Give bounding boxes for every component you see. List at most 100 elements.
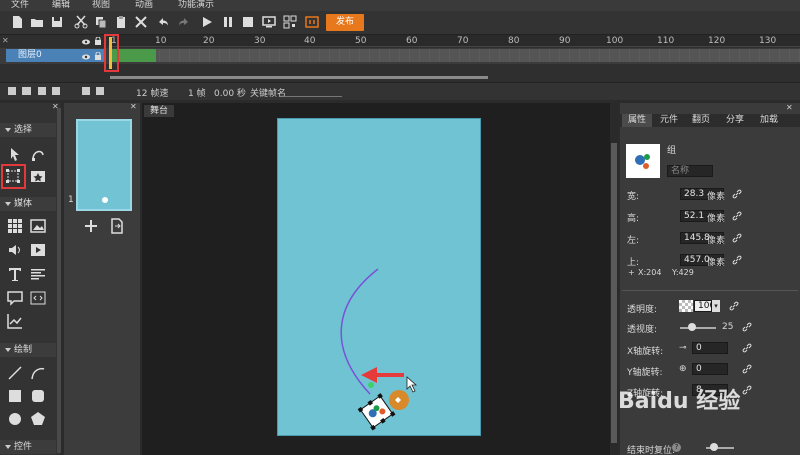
link-icon[interactable] bbox=[742, 364, 752, 374]
curve-icon[interactable] bbox=[30, 365, 46, 381]
export-icon[interactable] bbox=[305, 15, 319, 29]
pause-icon[interactable] bbox=[221, 15, 235, 29]
play-icon[interactable] bbox=[200, 15, 214, 29]
add-page-icon[interactable] bbox=[84, 219, 98, 233]
tab-loading[interactable]: 加载 bbox=[754, 114, 784, 127]
trash-icon[interactable] bbox=[38, 87, 46, 95]
grid-icon[interactable] bbox=[52, 87, 60, 95]
frame-ruler[interactable]: 1 10 20 30 40 50 60 70 80 90 100 110 120… bbox=[108, 35, 800, 47]
section-media[interactable]: 媒体 bbox=[0, 197, 56, 211]
frame-add-icon[interactable] bbox=[82, 87, 90, 95]
link-icon[interactable] bbox=[742, 322, 752, 332]
menu-view[interactable]: 视图 bbox=[92, 0, 110, 11]
scroll-thumb[interactable] bbox=[611, 143, 617, 443]
rotate-handle[interactable] bbox=[368, 382, 374, 388]
tab-properties[interactable]: 属性 bbox=[622, 114, 652, 127]
keyframe-name-input[interactable] bbox=[284, 96, 342, 97]
layer-row[interactable]: 图层0 bbox=[0, 48, 800, 64]
chart-icon[interactable] bbox=[7, 313, 23, 329]
delete-icon[interactable] bbox=[134, 15, 148, 29]
save-icon[interactable] bbox=[50, 15, 64, 29]
tab-symbols[interactable]: 元件 bbox=[654, 114, 684, 127]
frame-copy-icon[interactable] bbox=[96, 87, 104, 95]
unit-label: 像素 bbox=[707, 258, 726, 268]
timeline-status-bar: 12 帧速 1 帧 0.00 秒 关键帧名 bbox=[0, 82, 800, 100]
menu-file[interactable]: 文件 bbox=[11, 0, 29, 11]
tick-label: 100 bbox=[606, 36, 624, 46]
code-icon[interactable] bbox=[30, 290, 46, 306]
y-rotation-input[interactable]: 0 bbox=[692, 363, 728, 375]
rounded-rect-icon[interactable] bbox=[30, 388, 46, 404]
section-draw[interactable]: 绘制 bbox=[0, 343, 56, 357]
text-icon[interactable] bbox=[7, 266, 23, 282]
image-icon[interactable] bbox=[30, 218, 46, 234]
lock-icon[interactable] bbox=[95, 51, 101, 60]
tab-pageflip[interactable]: 翻页 bbox=[686, 114, 716, 127]
reset-toggle-knob[interactable] bbox=[710, 443, 718, 451]
new-file-icon[interactable] bbox=[10, 15, 24, 29]
frame-track[interactable] bbox=[110, 49, 800, 62]
close-timeline-icon[interactable]: ✕ bbox=[2, 37, 10, 45]
redo-icon[interactable] bbox=[177, 15, 191, 29]
close-panel-icon[interactable]: ✕ bbox=[130, 102, 137, 111]
rectangle-icon[interactable] bbox=[7, 388, 23, 404]
tick-label: 90 bbox=[559, 36, 571, 46]
name-input[interactable]: 名称 bbox=[667, 165, 713, 177]
help-icon[interactable]: ? bbox=[672, 443, 681, 452]
link-icon[interactable] bbox=[732, 233, 742, 243]
pentagon-icon[interactable] bbox=[30, 411, 46, 427]
paste-icon[interactable] bbox=[114, 15, 128, 29]
opacity-swatch[interactable] bbox=[679, 300, 693, 312]
paragraph-icon[interactable] bbox=[30, 266, 46, 282]
page-thumbnail[interactable] bbox=[76, 119, 132, 211]
lock-icon[interactable] bbox=[95, 36, 101, 45]
opacity-input[interactable]: 100 bbox=[694, 300, 715, 312]
perspective-slider[interactable] bbox=[680, 327, 716, 329]
section-widgets[interactable]: 控件 bbox=[0, 440, 56, 454]
coord-x: X:204 bbox=[638, 268, 662, 277]
close-panel-icon[interactable]: ✕ bbox=[786, 103, 793, 112]
menu-animation[interactable]: 动画 bbox=[135, 0, 153, 11]
x-rotation-input[interactable]: 0 bbox=[692, 342, 728, 354]
link-icon[interactable] bbox=[732, 189, 742, 199]
new-layer-icon[interactable] bbox=[8, 87, 16, 95]
comment-icon[interactable] bbox=[7, 290, 23, 306]
folder-icon[interactable] bbox=[22, 87, 31, 95]
tab-share[interactable]: 分享 bbox=[720, 114, 750, 127]
section-select[interactable]: 选择 bbox=[0, 123, 56, 137]
arrow-select-icon[interactable] bbox=[7, 146, 23, 162]
link-icon[interactable] bbox=[732, 211, 742, 221]
audio-icon[interactable] bbox=[7, 242, 23, 258]
menu-edit[interactable]: 编辑 bbox=[52, 0, 70, 11]
copy-icon[interactable] bbox=[94, 15, 108, 29]
open-folder-icon[interactable] bbox=[30, 15, 44, 29]
crosshair-icon: + bbox=[628, 268, 635, 277]
video-icon[interactable] bbox=[30, 242, 46, 258]
tool-panel: ✕ 选择 媒体 绘制 控件 bbox=[0, 102, 60, 455]
menu-demo[interactable]: 功能演示 bbox=[178, 0, 214, 11]
line-icon[interactable] bbox=[7, 365, 23, 381]
link-icon[interactable] bbox=[732, 255, 742, 265]
undo-icon[interactable] bbox=[156, 15, 170, 29]
link-icon[interactable] bbox=[742, 343, 752, 353]
bezier-select-icon[interactable] bbox=[30, 146, 46, 162]
preview-icon[interactable] bbox=[262, 15, 276, 29]
publish-button[interactable]: 发布 bbox=[326, 14, 364, 31]
stage-scrollbar[interactable] bbox=[610, 103, 618, 455]
chevron-down-icon[interactable]: ▾ bbox=[712, 300, 720, 312]
timeline-scrollbar[interactable] bbox=[110, 76, 488, 79]
cut-icon[interactable] bbox=[74, 15, 88, 29]
grid-widget-icon[interactable] bbox=[7, 218, 23, 234]
link-icon[interactable] bbox=[729, 301, 739, 311]
eye-icon[interactable] bbox=[82, 53, 90, 60]
eye-icon[interactable] bbox=[82, 38, 90, 45]
tools-scrollbar[interactable] bbox=[57, 108, 61, 453]
stage-tab[interactable]: 舞台 bbox=[144, 105, 174, 117]
qrcode-icon[interactable] bbox=[283, 15, 297, 29]
circle-icon[interactable] bbox=[7, 411, 23, 427]
group-tool-icon[interactable] bbox=[30, 168, 46, 184]
perspective-knob[interactable] bbox=[688, 323, 696, 331]
stop-icon[interactable] bbox=[241, 15, 255, 29]
stage-canvas[interactable] bbox=[277, 118, 481, 436]
insert-page-icon[interactable] bbox=[110, 218, 124, 234]
